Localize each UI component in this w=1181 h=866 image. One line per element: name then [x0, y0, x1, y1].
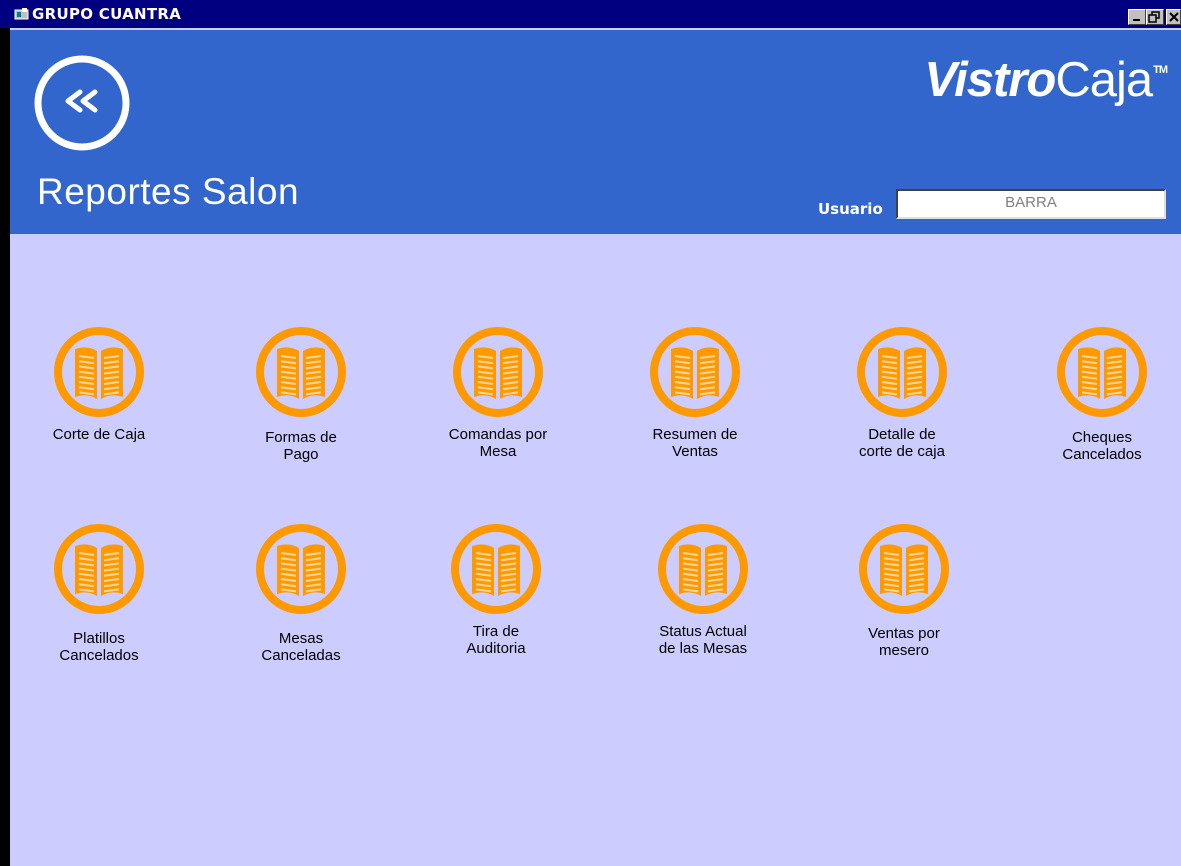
open-book-icon [451, 524, 541, 614]
report-tile[interactable]: Formas de Pago [216, 321, 386, 463]
report-tile[interactable]: Comandas por Mesa [413, 321, 583, 460]
open-book-icon [658, 524, 748, 614]
report-tile[interactable]: Detalle de corte de caja [817, 321, 987, 460]
report-tile[interactable]: Ventas por mesero [819, 518, 989, 659]
report-label: Platillos Cancelados [59, 630, 139, 664]
report-tile[interactable]: Platillos Cancelados [14, 518, 184, 664]
report-label: Formas de Pago [265, 429, 337, 463]
maximize-button[interactable] [1146, 9, 1164, 25]
restore-icon [1148, 11, 1160, 23]
report-label: Mesas Canceladas [261, 630, 341, 664]
report-label: Ventas por mesero [868, 625, 940, 659]
report-tile[interactable]: Mesas Canceladas [216, 518, 386, 664]
open-book-icon [857, 327, 947, 417]
report-tile[interactable]: Tira de Auditoria [411, 518, 581, 657]
report-label: Corte de Caja [52, 426, 146, 443]
report-label: Resumen de Ventas [652, 426, 738, 460]
report-tile[interactable]: Corte de Caja [14, 321, 184, 443]
open-book-icon [859, 524, 949, 614]
report-label: Detalle de corte de caja [859, 426, 945, 460]
user-label: Usuario [818, 200, 883, 218]
open-book-icon [650, 327, 740, 417]
page-title: Reportes Salon [37, 171, 300, 212]
report-label: Status Actual de las Mesas [658, 623, 748, 657]
main-window: VistroCajaTM Reportes Salon Usuario BARR… [10, 28, 1181, 866]
report-tile[interactable]: Status Actual de las Mesas [618, 518, 788, 657]
open-book-icon [453, 327, 543, 417]
open-book-icon [256, 327, 346, 417]
close-icon [1169, 12, 1179, 22]
back-button[interactable] [33, 54, 131, 152]
vistrocaja-logo: VistroCajaTM [924, 53, 1168, 107]
open-book-icon [54, 524, 144, 614]
report-tile[interactable]: Cheques Cancelados [1017, 321, 1181, 463]
window-title: GRUPO CUANTRA [32, 5, 182, 23]
report-label: Cheques Cancelados [1062, 429, 1142, 463]
report-tile[interactable]: Resumen de Ventas [610, 321, 780, 460]
user-field[interactable]: BARRA [896, 189, 1166, 219]
app-icon [14, 8, 29, 20]
open-book-icon [54, 327, 144, 417]
report-label: Tira de Auditoria [466, 623, 526, 657]
title-bar: GRUPO CUANTRA [0, 0, 1181, 28]
header-banner: VistroCajaTM Reportes Salon Usuario BARR… [10, 30, 1181, 234]
report-label: Comandas por Mesa [448, 426, 548, 460]
open-book-icon [1057, 327, 1147, 417]
minimize-icon [1133, 19, 1140, 21]
minimize-button[interactable] [1128, 9, 1146, 25]
close-button[interactable] [1166, 9, 1181, 25]
open-book-icon [256, 524, 346, 614]
